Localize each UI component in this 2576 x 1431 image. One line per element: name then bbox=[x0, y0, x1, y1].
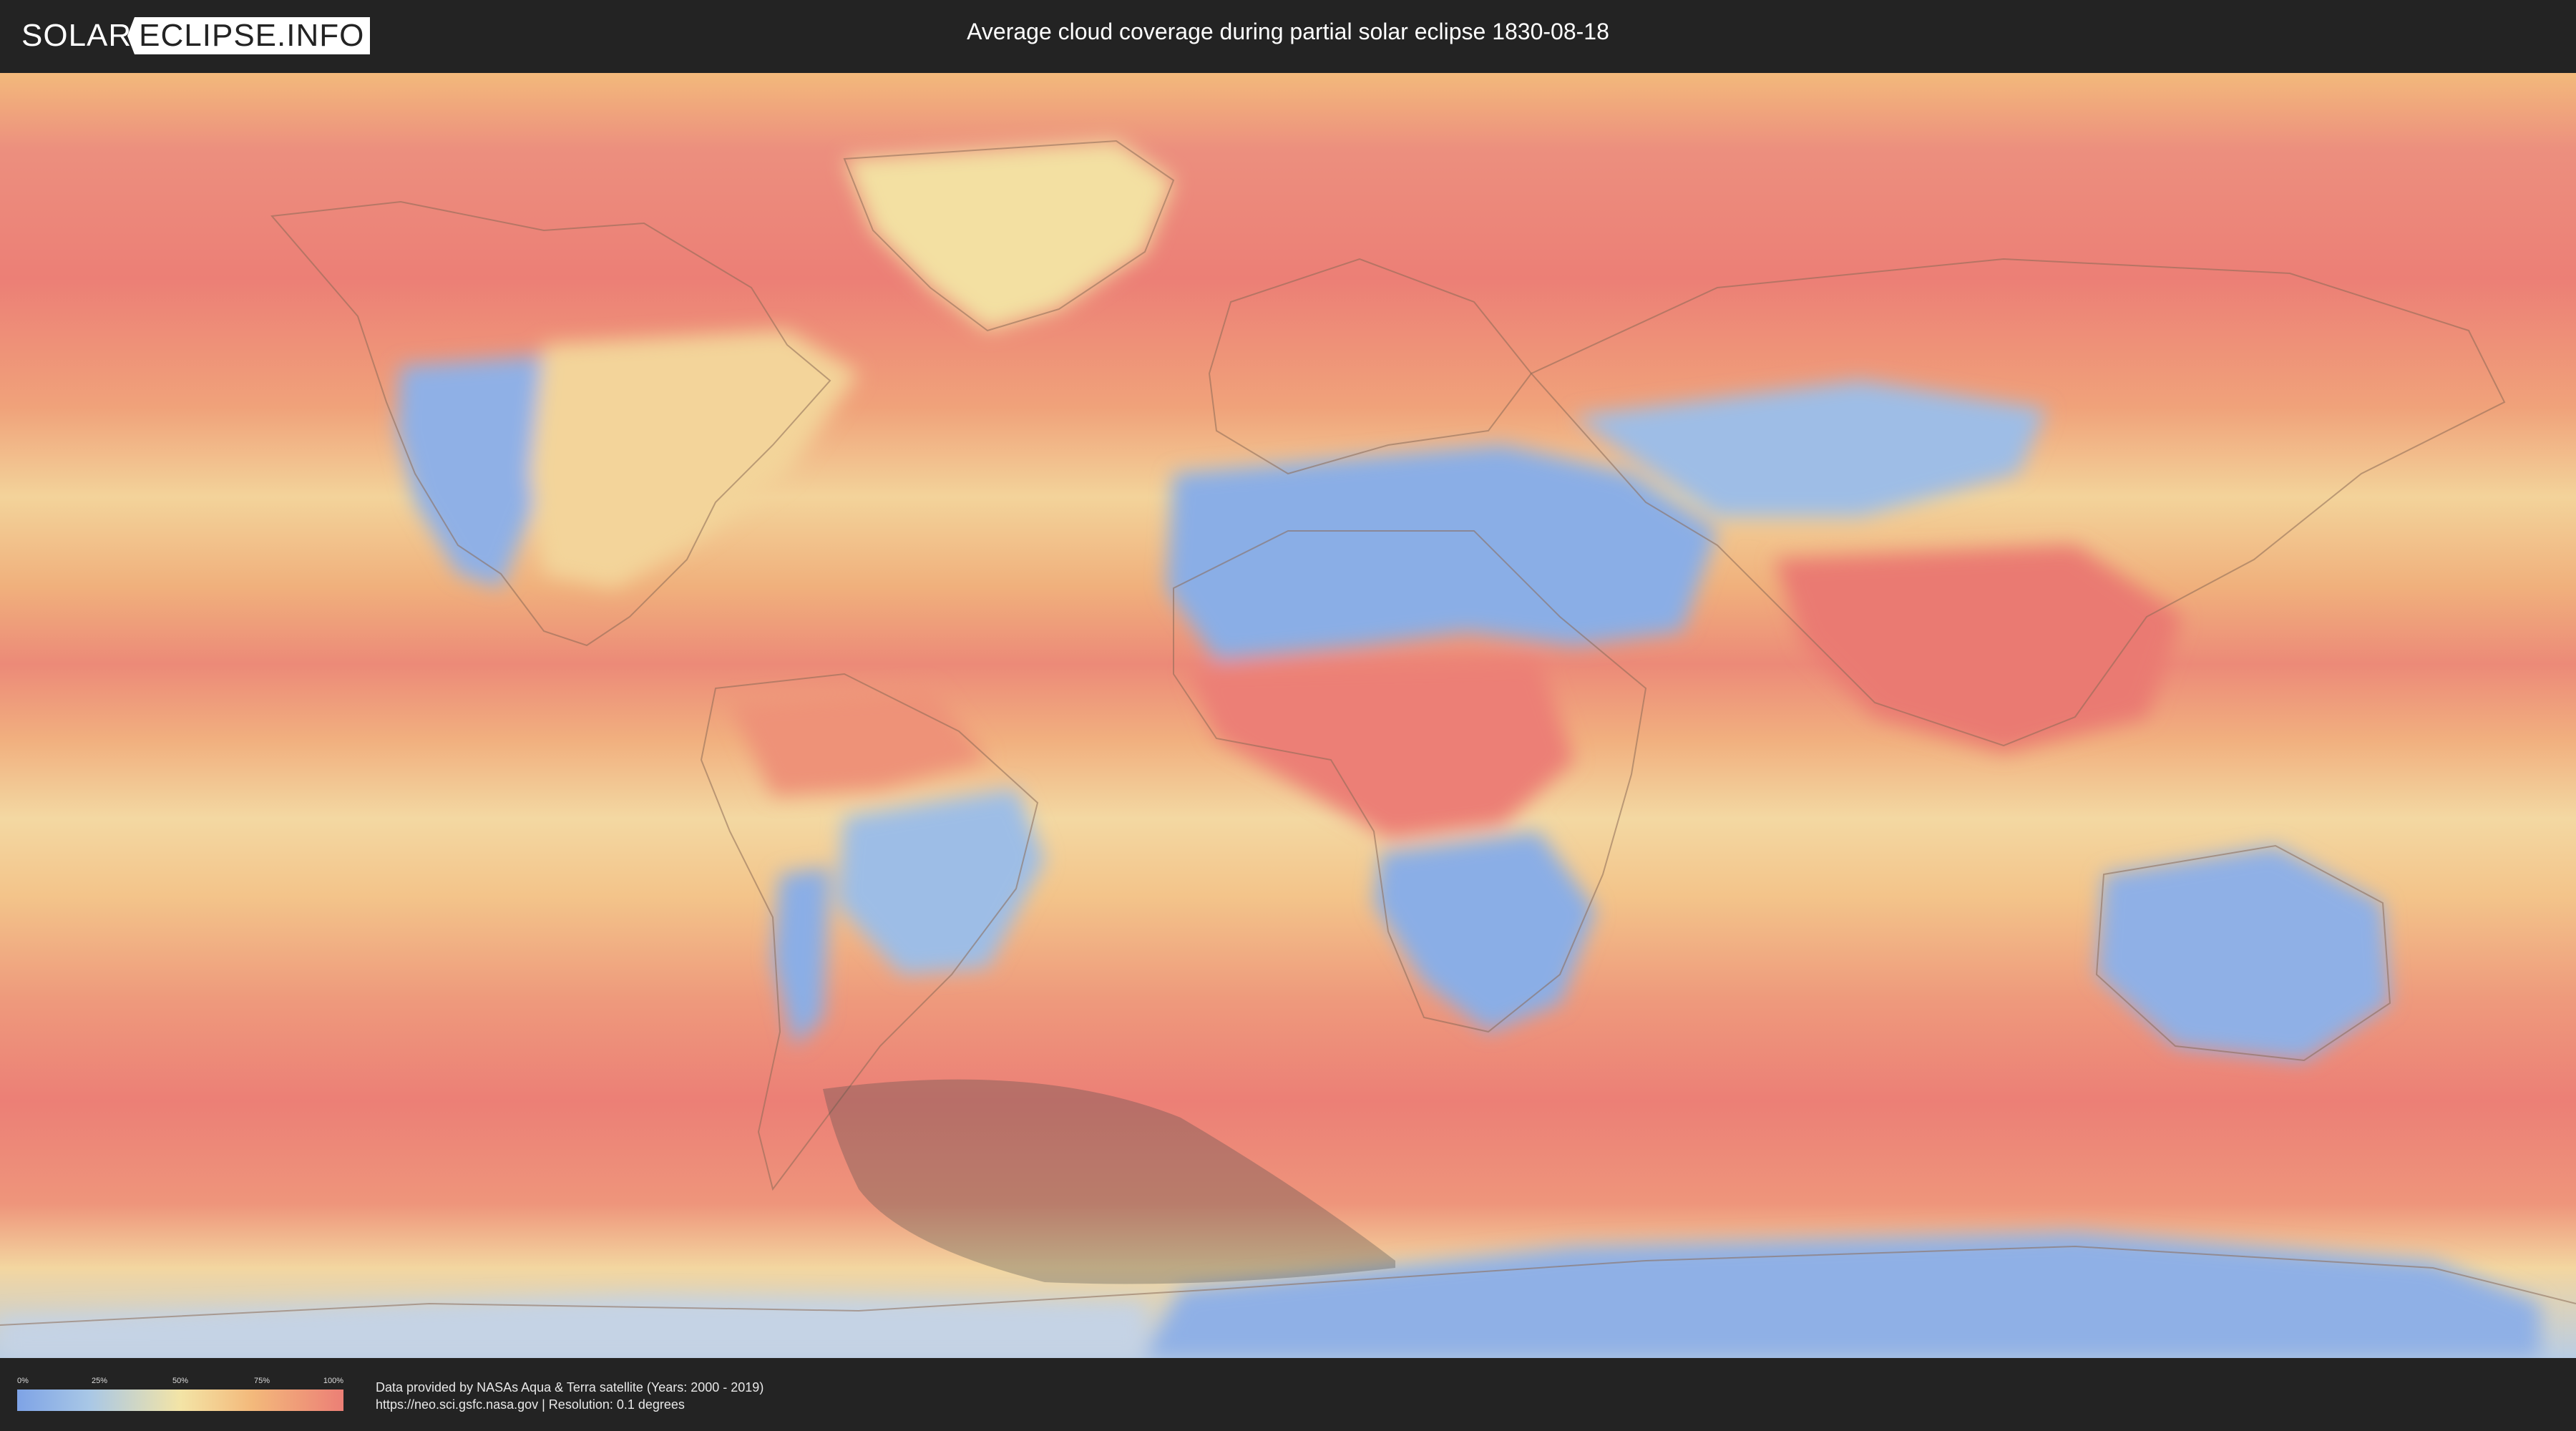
legend-tick-0: 0% bbox=[17, 1377, 29, 1385]
header-bar: SOLAR ECLIPSE.INFO Average cloud coverag… bbox=[0, 0, 2576, 70]
legend-tick-50: 50% bbox=[172, 1377, 189, 1385]
world-map-svg bbox=[0, 73, 2576, 1358]
legend-color-bar bbox=[17, 1390, 343, 1411]
legend-tick-100: 100% bbox=[323, 1377, 344, 1385]
credit-source: Data provided by NASAs Aqua & Terra sate… bbox=[376, 1380, 764, 1395]
credit-url-resolution[interactable]: https://neo.sci.gsfc.nasa.gov | Resoluti… bbox=[376, 1396, 763, 1413]
cloud-coverage-legend: 0% 25% 50% 75% 100% bbox=[17, 1377, 343, 1412]
data-credits: Data provided by NASAs Aqua & Terra sate… bbox=[376, 1379, 763, 1413]
legend-tick-25: 25% bbox=[91, 1377, 108, 1385]
legend-tick-75: 75% bbox=[253, 1377, 270, 1385]
page-title: Average cloud coverage during partial so… bbox=[967, 19, 1609, 44]
cloud-coverage-map[interactable] bbox=[0, 73, 2576, 1358]
sahara-clear bbox=[1166, 445, 1717, 660]
